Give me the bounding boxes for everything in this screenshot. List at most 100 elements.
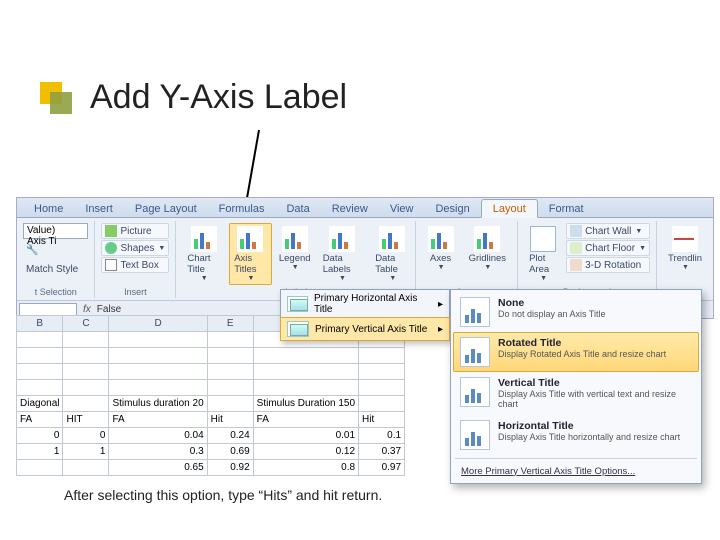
cell[interactable]: 1 <box>63 444 109 460</box>
cell[interactable] <box>359 348 405 364</box>
cell[interactable] <box>253 364 358 380</box>
tab-formulas[interactable]: Formulas <box>208 200 276 217</box>
cell[interactable]: 0.3 <box>109 444 207 460</box>
more-axis-title-options[interactable]: More Primary Vertical Axis Title Options… <box>453 462 699 481</box>
cell[interactable]: 0.24 <box>207 428 253 444</box>
cell[interactable] <box>207 396 253 412</box>
slide-title-block: Add Y-Axis Label <box>40 78 347 117</box>
tab-page-layout[interactable]: Page Layout <box>124 200 208 217</box>
chart-floor-button[interactable]: Chart Floor▼ <box>566 240 650 256</box>
insert-picture-button[interactable]: Picture <box>101 223 169 239</box>
tab-view[interactable]: View <box>379 200 425 217</box>
cell[interactable] <box>359 364 405 380</box>
submenu-item-horizontal-title[interactable]: Horizontal TitleDisplay Axis Title horiz… <box>453 415 699 455</box>
cell[interactable] <box>253 380 358 396</box>
data-table-button[interactable]: Data Table▼ <box>370 223 414 285</box>
cell[interactable] <box>17 460 63 476</box>
plot-area-button[interactable]: Plot Area▼ <box>524 223 562 285</box>
reset-match-style-button[interactable]: Match Style <box>23 261 81 277</box>
axis-titles-button[interactable]: Axis Titles▼ <box>229 223 271 285</box>
cell[interactable]: 0.8 <box>253 460 358 476</box>
cell[interactable] <box>109 380 207 396</box>
tab-layout[interactable]: Layout <box>481 199 538 218</box>
cell[interactable] <box>109 332 207 348</box>
tab-insert[interactable]: Insert <box>74 200 124 217</box>
chart-wall-button[interactable]: Chart Wall▼ <box>566 223 650 239</box>
flyout-vertical-axis-title[interactable]: Primary Vertical Axis Title ▸ <box>280 317 450 341</box>
group-insert: Picture Shapes▼ Text Box Insert <box>95 221 176 298</box>
column-header[interactable]: E <box>207 316 253 332</box>
cell[interactable]: Hit <box>207 412 253 428</box>
cell[interactable] <box>207 364 253 380</box>
cell[interactable] <box>207 380 253 396</box>
cell[interactable]: HIT <box>63 412 109 428</box>
cell[interactable]: Stimulus duration 20 <box>109 396 207 412</box>
cell[interactable] <box>207 332 253 348</box>
cell[interactable]: 0.97 <box>359 460 405 476</box>
chart-wall-icon <box>570 225 582 237</box>
cell[interactable]: Stimulus Duration 150 <box>253 396 358 412</box>
cell[interactable] <box>17 332 63 348</box>
chart-title-button[interactable]: Chart Title▼ <box>182 223 225 285</box>
cell[interactable] <box>63 396 109 412</box>
cell[interactable]: 0.37 <box>359 444 405 460</box>
tab-data[interactable]: Data <box>275 200 320 217</box>
data-labels-button[interactable]: Data Labels▼ <box>318 223 367 285</box>
formula-value[interactable]: False <box>97 304 121 315</box>
submenu-item-desc: Display Axis Title with vertical text an… <box>498 389 692 410</box>
insert-shapes-button[interactable]: Shapes▼ <box>101 240 169 256</box>
column-header[interactable]: C <box>63 316 109 332</box>
cell[interactable] <box>359 380 405 396</box>
cell[interactable]: 0.92 <box>207 460 253 476</box>
column-header[interactable]: D <box>109 316 207 332</box>
cell[interactable] <box>109 364 207 380</box>
column-header[interactable]: B <box>17 316 63 332</box>
cell[interactable] <box>63 332 109 348</box>
cell[interactable]: 0.04 <box>109 428 207 444</box>
cell[interactable] <box>359 396 405 412</box>
cell[interactable] <box>17 380 63 396</box>
tab-review[interactable]: Review <box>321 200 379 217</box>
submenu-item-none[interactable]: NoneDo not display an Axis Title <box>453 292 699 332</box>
fx-icon[interactable]: fx <box>77 304 97 315</box>
cell[interactable] <box>63 380 109 396</box>
cell[interactable]: 0.65 <box>109 460 207 476</box>
insert-textbox-button[interactable]: Text Box <box>101 257 169 273</box>
cell[interactable]: 1 <box>17 444 63 460</box>
cell[interactable] <box>253 348 358 364</box>
cell[interactable]: FA <box>109 412 207 428</box>
cell[interactable]: Hit <box>359 412 405 428</box>
picture-icon <box>105 225 117 237</box>
axes-button[interactable]: Axes▼ <box>422 223 460 274</box>
cell[interactable]: FA <box>17 412 63 428</box>
submenu-item-rotated-title[interactable]: Rotated TitleDisplay Rotated Axis Title … <box>453 332 699 372</box>
cell[interactable]: 0 <box>17 428 63 444</box>
cell[interactable] <box>63 348 109 364</box>
submenu-item-desc: Display Axis Title horizontally and resi… <box>498 432 680 442</box>
cell[interactable]: Diagonal <box>17 396 63 412</box>
cell[interactable]: 0.01 <box>253 428 358 444</box>
rotation-3d-button[interactable]: 3-D Rotation <box>566 257 650 273</box>
gridlines-icon <box>474 226 500 252</box>
cell[interactable]: 0 <box>63 428 109 444</box>
gridlines-button[interactable]: Gridlines▼ <box>464 223 512 274</box>
flyout-horizontal-axis-title[interactable]: Primary Horizontal Axis Title ▸ <box>281 290 449 318</box>
tab-format[interactable]: Format <box>538 200 595 217</box>
cell[interactable] <box>17 364 63 380</box>
legend-button[interactable]: Legend▼ <box>276 223 314 274</box>
cell[interactable]: FA <box>253 412 358 428</box>
tab-design[interactable]: Design <box>424 200 480 217</box>
cell[interactable] <box>109 348 207 364</box>
cell[interactable] <box>63 364 109 380</box>
trendline-button[interactable]: Trendlin▼ <box>663 223 707 274</box>
cell[interactable] <box>17 348 63 364</box>
cell[interactable]: 0.1 <box>359 428 405 444</box>
cell[interactable]: 0.69 <box>207 444 253 460</box>
chart-element-selector[interactable]: Value) Axis Ti <box>23 223 88 239</box>
tab-home[interactable]: Home <box>23 200 74 217</box>
cell[interactable] <box>207 348 253 364</box>
cell[interactable]: 0.12 <box>253 444 358 460</box>
cell[interactable] <box>63 460 109 476</box>
submenu-item-vertical-title[interactable]: Vertical TitleDisplay Axis Title with ve… <box>453 372 699 415</box>
plot-area-icon <box>530 226 556 252</box>
